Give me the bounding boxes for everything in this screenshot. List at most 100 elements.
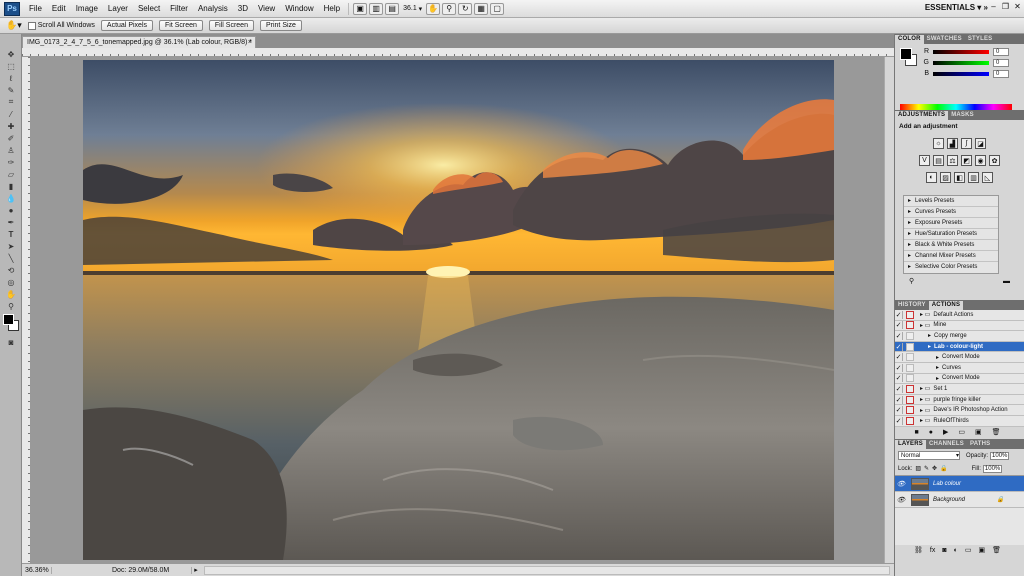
gradient-tool-icon[interactable]: ▮: [2, 180, 20, 192]
expand-arrow-icon[interactable]: ▸: [936, 354, 939, 361]
action-row[interactable]: ✓ ▸ Convert Mode: [895, 352, 1024, 363]
return-adjustment-icon[interactable]: ⚲: [909, 277, 914, 285]
menu-edit[interactable]: Edit: [47, 0, 71, 18]
delete-layer-icon[interactable]: 🗑: [992, 546, 1001, 554]
preset-curves[interactable]: ▸ Curves Presets: [904, 207, 998, 218]
screen-mode-icon[interactable]: ▢: [490, 2, 505, 15]
action-row[interactable]: ✓ ▸ Copy merge: [895, 331, 1024, 342]
preset-levels[interactable]: ▸ Levels Presets: [904, 196, 998, 207]
quick-mask-icon[interactable]: ◙: [2, 336, 20, 348]
action-row[interactable]: ✓ ▸ Lab - colour-light: [895, 341, 1024, 353]
horizontal-scrollbar[interactable]: [204, 565, 890, 575]
action-toggle-checkbox[interactable]: ✓: [895, 363, 903, 372]
hue-saturation-icon[interactable]: ▤: [933, 155, 944, 166]
dialog-toggle-icon[interactable]: [906, 342, 914, 351]
lock-pixels-icon[interactable]: ✎: [924, 465, 929, 472]
curves-icon[interactable]: ∫: [961, 138, 972, 149]
3d-orbit-icon[interactable]: ◎: [2, 276, 20, 288]
layer-background[interactable]: 👁 Background 🔒: [895, 492, 1024, 508]
action-set-folder-icon[interactable]: ▸ ▭: [920, 385, 930, 392]
dialog-toggle-icon[interactable]: [906, 310, 914, 319]
eraser-tool-icon[interactable]: ▱: [2, 168, 20, 180]
extras-icon[interactable]: ▤: [385, 2, 400, 15]
preset-channel-mixer[interactable]: ▸ Channel Mixer Presets: [904, 251, 998, 262]
visibility-eye-icon[interactable]: 👁: [895, 480, 907, 488]
channel-mixer-icon[interactable]: ✿: [989, 155, 1000, 166]
zoom-level-dropdown[interactable]: 36.1 ▾: [400, 3, 425, 15]
color-swatches[interactable]: [0, 312, 21, 336]
zoom-percentage-field[interactable]: 36.36%: [22, 566, 52, 574]
expand-arrow-icon[interactable]: ▸: [936, 364, 939, 371]
menu-layer[interactable]: Layer: [103, 0, 133, 18]
menu-select[interactable]: Select: [133, 0, 165, 18]
layer-lab-colour[interactable]: 👁 Lab colour: [895, 476, 1024, 492]
dialog-toggle-icon[interactable]: [906, 363, 914, 372]
lasso-tool-icon[interactable]: ℓ: [2, 72, 20, 84]
tab-masks[interactable]: MASKS: [948, 111, 977, 120]
move-tool-icon[interactable]: ✥: [2, 48, 20, 60]
action-row[interactable]: ✓ ▸ Convert Mode: [895, 374, 1024, 385]
green-channel-slider[interactable]: [933, 60, 989, 65]
red-channel-value[interactable]: 0: [993, 47, 1009, 56]
layer-style-icon[interactable]: fx: [930, 547, 935, 554]
rotate-view-icon[interactable]: ↻: [458, 2, 473, 15]
foreground-color[interactable]: [3, 314, 14, 325]
pen-tool-icon[interactable]: ✒: [2, 216, 20, 228]
history-brush-icon[interactable]: ✑: [2, 156, 20, 168]
action-row[interactable]: ✓ ▸ ▭ purple fringe killer: [895, 395, 1024, 406]
print-size-button[interactable]: Print Size: [259, 20, 302, 31]
workspace-switcher[interactable]: ESSENTIALS ▾ »: [925, 3, 988, 12]
link-layers-icon[interactable]: ⛓: [914, 546, 923, 554]
new-set-icon[interactable]: ▭: [958, 428, 965, 436]
quick-select-tool-icon[interactable]: ✎: [2, 84, 20, 96]
zoom-tool-sidebar-icon[interactable]: ⚲: [2, 300, 20, 312]
action-toggle-checkbox[interactable]: ✓: [895, 416, 903, 425]
menu-view[interactable]: View: [253, 0, 280, 18]
action-toggle-checkbox[interactable]: ✓: [895, 374, 903, 383]
new-group-icon[interactable]: ▭: [965, 546, 972, 554]
menu-help[interactable]: Help: [319, 0, 345, 18]
vertical-scrollbar[interactable]: [884, 57, 894, 563]
dodge-tool-icon[interactable]: ●: [2, 204, 20, 216]
fill-screen-button[interactable]: Fill Screen: [208, 20, 254, 31]
action-set-folder-icon[interactable]: ▸ ▭: [920, 396, 930, 403]
tab-styles[interactable]: STYLES: [965, 35, 996, 44]
blue-channel-slider[interactable]: [933, 71, 989, 76]
action-toggle-checkbox[interactable]: ✓: [895, 331, 903, 340]
blend-mode-dropdown[interactable]: Normal ▾: [898, 451, 960, 460]
visibility-eye-icon[interactable]: 👁: [895, 496, 907, 504]
bridge-icon[interactable]: ▣: [353, 2, 368, 15]
action-toggle-checkbox[interactable]: ✓: [895, 353, 903, 362]
dialog-toggle-icon[interactable]: [906, 406, 914, 415]
vertical-ruler[interactable]: [22, 57, 31, 563]
green-channel-value[interactable]: 0: [993, 58, 1009, 67]
action-row[interactable]: ✓ ▸ ▭ Dave's IR Photoshop Action: [895, 405, 1024, 416]
menu-window[interactable]: Window: [280, 0, 318, 18]
posterize-icon[interactable]: ▨: [940, 172, 951, 183]
action-toggle-checkbox[interactable]: ✓: [895, 406, 903, 415]
preset-exposure[interactable]: ▸ Exposure Presets: [904, 218, 998, 229]
red-channel-slider[interactable]: [933, 49, 989, 54]
action-toggle-checkbox[interactable]: ✓: [895, 342, 903, 351]
tab-swatches[interactable]: SWATCHES: [924, 35, 965, 44]
tool-preset-icon[interactable]: ✋▾: [6, 20, 22, 31]
expand-arrow-icon[interactable]: ▸: [936, 375, 939, 382]
document-tab[interactable]: IMG_0173_2_4_7_5_6_tonemapped.jpg @ 36.1…: [22, 36, 256, 48]
zoom-tool-icon[interactable]: ⚲: [442, 2, 457, 15]
expand-arrow-icon[interactable]: ▸: [928, 332, 931, 339]
marquee-tool-icon[interactable]: ⬚: [2, 60, 20, 72]
selective-color-icon[interactable]: ◺: [982, 172, 993, 183]
color-spectrum-ramp[interactable]: [900, 104, 1012, 110]
status-menu-icon[interactable]: ▸: [192, 566, 200, 574]
menu-image[interactable]: Image: [71, 0, 103, 18]
action-toggle-checkbox[interactable]: ✓: [895, 384, 903, 393]
type-tool-icon[interactable]: T: [2, 228, 20, 240]
dialog-toggle-icon[interactable]: [906, 353, 914, 362]
threshold-icon[interactable]: ◧: [954, 172, 965, 183]
delete-action-icon[interactable]: 🗑: [992, 428, 1001, 436]
preset-black-white[interactable]: ▸ Black & White Presets: [904, 240, 998, 251]
new-layer-icon[interactable]: ▣: [978, 546, 985, 554]
lock-all-icon[interactable]: 🔒: [940, 465, 947, 472]
hand-tool-icon[interactable]: ✋: [426, 2, 441, 15]
restore-icon[interactable]: ❐: [1001, 2, 1010, 11]
